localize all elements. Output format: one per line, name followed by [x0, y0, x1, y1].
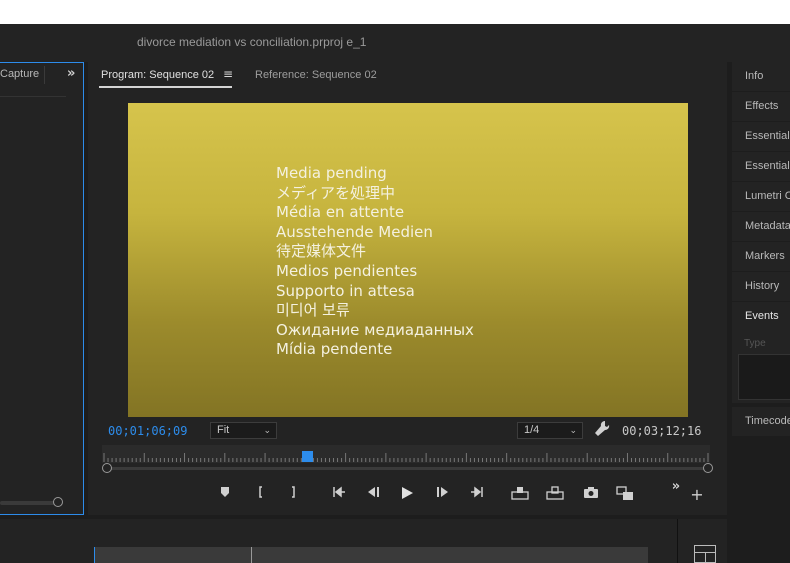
panel-essential-sound[interactable]: Essential	[732, 152, 790, 181]
current-timecode[interactable]: 00;01;06;09	[108, 424, 187, 438]
time-ruler-ticks	[103, 453, 709, 462]
events-list[interactable]	[738, 354, 790, 400]
extract-icon[interactable]	[544, 482, 566, 504]
zoom-level-select[interactable]: Fit ⌄	[210, 422, 277, 439]
media-pending-line: 待定媒体文件	[276, 242, 367, 261]
playhead[interactable]	[302, 451, 314, 462]
active-tab-underline	[99, 86, 232, 88]
timeline-track[interactable]	[95, 547, 648, 563]
panel-info[interactable]: Info	[732, 62, 790, 91]
zoom-scroll-handle-left[interactable]	[102, 463, 112, 473]
window-title: divorce mediation vs conciliation.prproj…	[137, 35, 367, 49]
panel-divider	[677, 519, 678, 563]
go-to-in-icon[interactable]	[328, 482, 350, 504]
title-bar: divorce mediation vs conciliation.prproj…	[0, 24, 790, 62]
step-back-icon[interactable]	[362, 482, 384, 504]
zoom-scroll-handle-right[interactable]	[703, 463, 713, 473]
media-pending-line: Medios pendientes	[276, 261, 418, 280]
mark-out-icon[interactable]	[282, 482, 304, 504]
hamburger-menu-icon[interactable]: ≡	[223, 67, 233, 81]
zoom-level-value: Fit	[217, 424, 230, 436]
timeline-area	[0, 519, 727, 563]
media-pending-line: 미디어 보류	[276, 301, 350, 320]
time-ruler[interactable]	[100, 445, 713, 473]
tab-program-sequence[interactable]: Program: Sequence 02	[101, 69, 214, 81]
chevron-down-icon: ⌄	[263, 425, 271, 435]
right-panel-stack: Info Effects Essential Essential Lumetri…	[731, 62, 790, 563]
double-chevron-right-icon[interactable]: »	[67, 66, 75, 81]
panel-effects[interactable]: Effects	[732, 92, 790, 121]
program-monitor-panel: Program: Sequence 02 ≡ Reference: Sequen…	[88, 62, 727, 515]
media-pending-line: Ausstehende Medien	[276, 222, 433, 241]
panel-essential-graphics[interactable]: Essential	[732, 122, 790, 151]
mark-in-icon[interactable]	[250, 482, 272, 504]
media-pending-line: メディアを処理中	[276, 183, 395, 202]
left-panel: Capture »	[0, 62, 84, 515]
time-ruler-track[interactable]	[102, 445, 710, 463]
comparison-view-icon[interactable]	[614, 482, 636, 504]
zoom-scrollbar[interactable]	[106, 467, 704, 470]
panel-events[interactable]: Events	[732, 302, 790, 331]
timeline-playhead-line	[251, 547, 252, 563]
media-pending-line: Média en attente	[276, 203, 405, 222]
panel-divider	[0, 96, 66, 97]
media-pending-text: Media pending メディアを処理中 Média en attente …	[276, 164, 474, 360]
media-pending-line: Mídia pendente	[276, 340, 393, 359]
playback-resolution-value: 1/4	[524, 424, 540, 436]
tab-capture[interactable]: Capture	[0, 68, 39, 80]
tab-reference-sequence[interactable]: Reference: Sequence 02	[255, 69, 377, 81]
add-button-icon[interactable]: +	[686, 484, 708, 506]
panel-history[interactable]: History	[732, 272, 790, 301]
grid-layout-icon[interactable]	[694, 545, 716, 563]
playback-resolution-select[interactable]: 1/4 ⌄	[517, 422, 583, 439]
go-to-out-icon[interactable]	[466, 482, 488, 504]
left-panel-scrollbar[interactable]	[0, 501, 58, 505]
duration-timecode: 00;03;12;16	[622, 424, 702, 438]
chevron-down-icon: ⌄	[569, 425, 577, 435]
lift-icon[interactable]	[509, 482, 531, 504]
export-frame-icon[interactable]	[580, 482, 602, 504]
panel-lumetri[interactable]: Lumetri C	[732, 182, 790, 211]
panel-metadata[interactable]: Metadata	[732, 212, 790, 241]
top-white-strip	[0, 0, 790, 24]
transport-controls: » +	[88, 479, 727, 506]
video-preview: Media pending メディアを処理中 Média en attente …	[128, 103, 688, 417]
events-type-label: Type	[744, 338, 766, 349]
media-pending-line: Media pending	[276, 164, 387, 182]
play-icon[interactable]	[396, 482, 418, 504]
more-icon[interactable]: »	[665, 476, 687, 498]
add-marker-icon[interactable]	[214, 482, 236, 504]
tab-separator	[44, 66, 45, 84]
panel-timecode[interactable]: Timecode	[732, 407, 790, 436]
media-pending-line: Ожидание медиаданных	[276, 320, 474, 339]
left-panel-scroll-handle[interactable]	[53, 497, 63, 507]
events-panel-body: Type	[732, 329, 790, 403]
step-forward-icon[interactable]	[432, 482, 454, 504]
panel-markers[interactable]: Markers	[732, 242, 790, 271]
wrench-settings-icon[interactable]	[594, 420, 610, 438]
media-pending-line: Supporto in attesa	[276, 281, 415, 300]
